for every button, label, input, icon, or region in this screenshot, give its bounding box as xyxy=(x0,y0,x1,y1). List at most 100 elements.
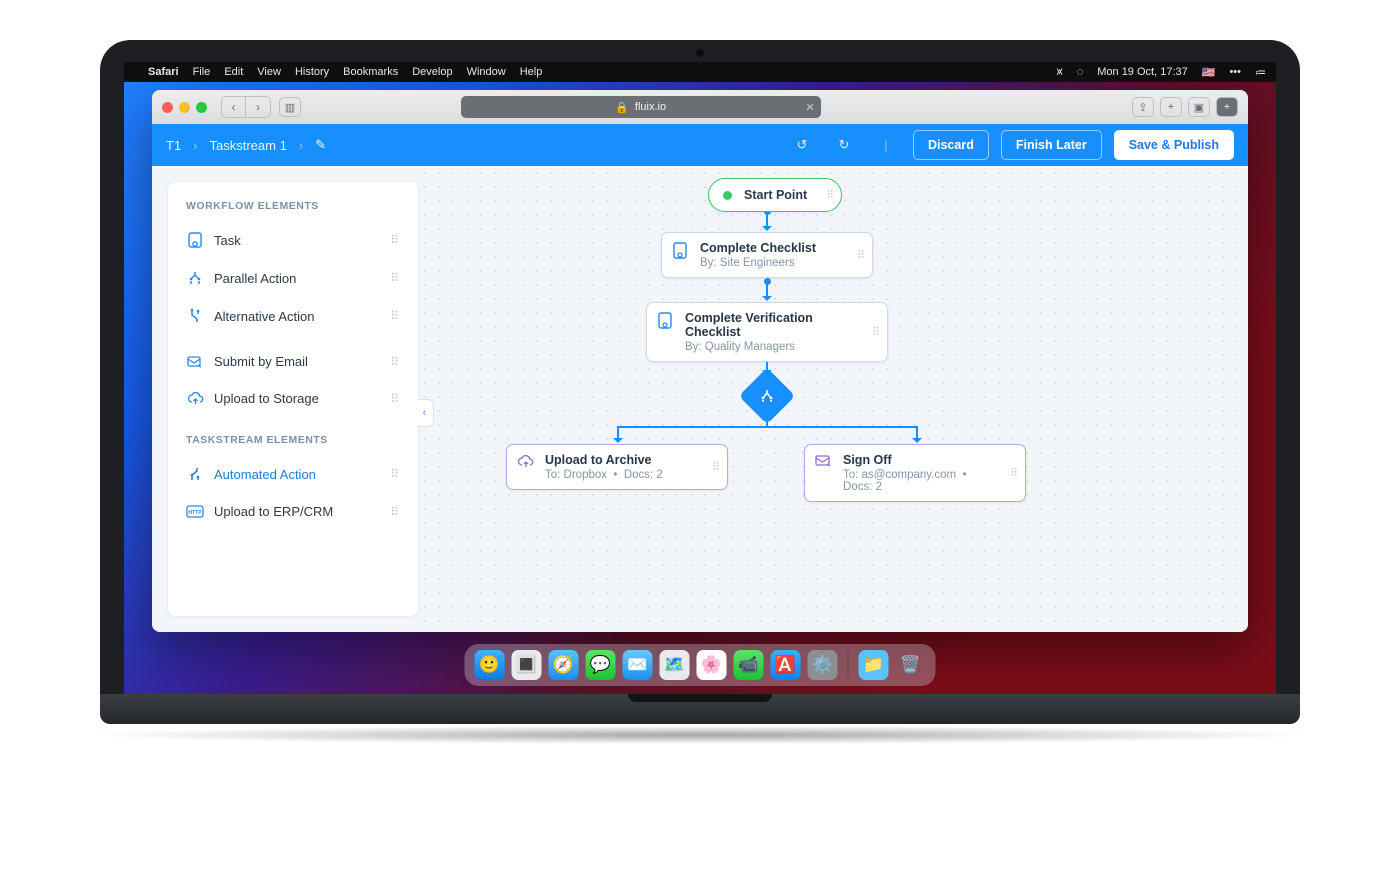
http-icon: HTTP xyxy=(186,505,204,518)
traffic-close-icon[interactable] xyxy=(162,102,173,113)
drag-handle-icon[interactable]: ⠿ xyxy=(872,326,880,339)
stop-reload-icon[interactable]: ✕ xyxy=(805,101,814,114)
dock-safari-icon[interactable]: 🧭 xyxy=(549,650,579,680)
traffic-max-icon[interactable] xyxy=(196,102,207,113)
drag-handle-icon[interactable]: ⠿ xyxy=(712,461,720,474)
node-verification[interactable]: Complete Verification Checklist By: Qual… xyxy=(646,302,888,362)
url-bar[interactable]: 🔒 fluix.io ✕ xyxy=(461,96,821,118)
node-checklist[interactable]: Complete Checklist By: Site Engineers ⠿ xyxy=(661,232,873,278)
breadcrumb-sep: › xyxy=(193,138,197,153)
element-automated[interactable]: Automated Action ⠿ xyxy=(174,458,412,490)
drag-handle-icon[interactable]: ⠿ xyxy=(390,467,400,481)
element-parallel[interactable]: Parallel Action ⠿ xyxy=(174,262,412,294)
dock-divider xyxy=(848,652,849,678)
drag-handle-icon[interactable]: ⠿ xyxy=(1010,467,1018,480)
undo-button[interactable]: ↺ xyxy=(787,131,817,159)
discard-button[interactable]: Discard xyxy=(913,130,989,160)
control-center-icon[interactable]: ••• xyxy=(1229,66,1241,78)
cloud-upload-icon xyxy=(186,392,204,406)
dock-finder-icon[interactable]: 🙂 xyxy=(475,650,505,680)
drag-handle-icon[interactable]: ⠿ xyxy=(857,249,865,262)
element-email[interactable]: Submit by Email ⠿ xyxy=(174,346,412,377)
breadcrumb-name[interactable]: Taskstream 1 xyxy=(210,138,287,153)
menubar-app[interactable]: Safari xyxy=(148,66,179,78)
menubar-clock[interactable]: Mon 19 Oct, 17:37 xyxy=(1097,66,1188,78)
tabs-button[interactable]: ▣ xyxy=(1188,97,1210,117)
menu-file[interactable]: File xyxy=(193,66,211,78)
back-button[interactable]: ‹ xyxy=(222,97,246,117)
drag-handle-icon[interactable]: ⠿ xyxy=(390,309,400,323)
email-icon xyxy=(815,454,835,468)
dock-downloads-icon[interactable]: 📁 xyxy=(859,650,889,680)
forward-button[interactable]: › xyxy=(246,97,270,117)
dock-launchpad-icon[interactable]: 🔳 xyxy=(512,650,542,680)
safari-window: ‹ › ▥ 🔒 fluix.io ✕ ⇪ + ▣ + xyxy=(152,90,1248,632)
sidebar-toggle-button[interactable]: ▥ xyxy=(279,97,301,117)
flag-icon[interactable]: 🇺🇸 xyxy=(1202,66,1216,79)
node-title: Sign Off xyxy=(843,453,995,467)
element-label: Automated Action xyxy=(214,467,316,482)
breadcrumb-code[interactable]: T1 xyxy=(166,138,181,153)
task-icon xyxy=(657,312,677,330)
url-text: fluix.io xyxy=(635,101,666,113)
macos-dock: 🙂 🔳 🧭 💬 ✉️ 🗺️ 🌸 📹 🅰️ ⚙️ 📁 🗑️ xyxy=(465,644,936,686)
menu-history[interactable]: History xyxy=(295,66,329,78)
menu-develop[interactable]: Develop xyxy=(412,66,452,78)
node-subtitle: By: Quality Managers xyxy=(685,341,857,353)
element-alternative[interactable]: Alternative Action ⠿ xyxy=(174,300,412,332)
menu-bookmarks[interactable]: Bookmarks xyxy=(343,66,398,78)
node-title: Start Point xyxy=(744,188,807,202)
element-task[interactable]: Task ⠿ xyxy=(174,224,412,256)
node-title: Upload to Archive xyxy=(545,453,663,467)
safari-toolbar: ‹ › ▥ 🔒 fluix.io ✕ ⇪ + ▣ + xyxy=(152,90,1248,124)
dock-maps-icon[interactable]: 🗺️ xyxy=(660,650,690,680)
new-window-button[interactable]: + xyxy=(1216,97,1238,117)
menu-help[interactable]: Help xyxy=(520,66,543,78)
drag-handle-icon[interactable]: ⠿ xyxy=(390,355,400,369)
dock-trash-icon[interactable]: 🗑️ xyxy=(896,650,926,680)
drag-handle-icon[interactable]: ⠿ xyxy=(390,392,400,406)
dock-facetime-icon[interactable]: 📹 xyxy=(734,650,764,680)
element-storage[interactable]: Upload to Storage ⠿ xyxy=(174,383,412,414)
node-start[interactable]: Start Point ⠿ xyxy=(708,178,842,212)
finish-later-button[interactable]: Finish Later xyxy=(1001,130,1102,160)
wifi-icon[interactable]: ⩙ xyxy=(1056,66,1062,79)
drag-handle-icon[interactable]: ⠿ xyxy=(390,233,400,247)
dock-settings-icon[interactable]: ⚙️ xyxy=(808,650,838,680)
share-button[interactable]: ⇪ xyxy=(1132,97,1154,117)
drag-handle-icon[interactable]: ⠿ xyxy=(390,505,400,519)
edit-name-icon[interactable]: ✎ xyxy=(315,137,326,153)
element-erp[interactable]: HTTP Upload to ERP/CRM ⠿ xyxy=(174,496,412,527)
svg-text:HTTP: HTTP xyxy=(188,510,202,516)
dock-mail-icon[interactable]: ✉️ xyxy=(623,650,653,680)
branch-icon xyxy=(758,387,776,405)
menu-view[interactable]: View xyxy=(257,66,281,78)
node-branch[interactable] xyxy=(739,368,796,425)
element-label: Parallel Action xyxy=(214,271,296,286)
dock-photos-icon[interactable]: 🌸 xyxy=(697,650,727,680)
dock-messages-icon[interactable]: 💬 xyxy=(586,650,616,680)
macos-menubar: Safari File Edit View History Bookmarks … xyxy=(124,62,1276,82)
automated-icon xyxy=(186,466,204,482)
redo-button[interactable]: ↻ xyxy=(829,131,859,159)
node-signoff[interactable]: Sign Off To: as@company.com • Docs: 2 ⠿ xyxy=(804,444,1026,502)
app-header: T1 › Taskstream 1 › ✎ ↺ ↻ | Discard Fini… xyxy=(152,124,1248,166)
new-tab-button[interactable]: + xyxy=(1160,97,1182,117)
workflow-canvas[interactable]: ‹ xyxy=(418,166,1248,632)
menu-edit[interactable]: Edit xyxy=(224,66,243,78)
battery-icon[interactable]: ◌ xyxy=(1077,66,1084,78)
dock-appstore-icon[interactable]: 🅰️ xyxy=(771,650,801,680)
node-subtitle: To: Dropbox • Docs: 2 xyxy=(545,469,663,481)
drag-handle-icon[interactable]: ⠿ xyxy=(390,271,400,285)
collapse-sidebar-button[interactable]: ‹ xyxy=(418,399,434,427)
drag-handle-icon[interactable]: ⠿ xyxy=(826,189,834,202)
section-workflow: WORKFLOW ELEMENTS xyxy=(174,196,412,218)
menu-extra-icon[interactable]: ≔ xyxy=(1255,66,1266,79)
menu-window[interactable]: Window xyxy=(467,66,506,78)
element-label: Submit by Email xyxy=(214,354,308,369)
node-title: Complete Checklist xyxy=(700,241,816,255)
save-publish-button[interactable]: Save & Publish xyxy=(1114,130,1234,160)
traffic-min-icon[interactable] xyxy=(179,102,190,113)
section-taskstream: TASKSTREAM ELEMENTS xyxy=(174,430,412,452)
node-upload[interactable]: Upload to Archive To: Dropbox • Docs: 2 … xyxy=(506,444,728,490)
